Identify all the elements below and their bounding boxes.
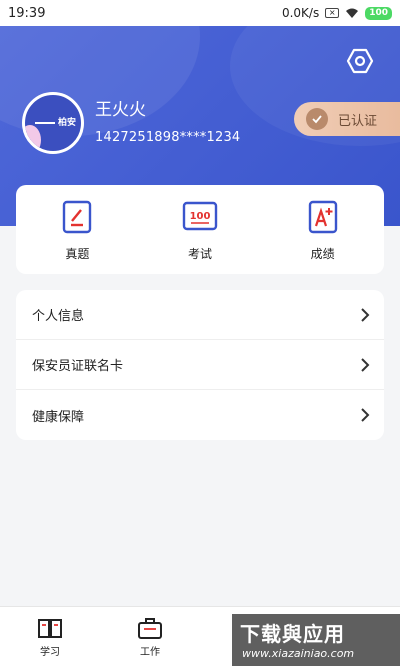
tab-study[interactable]: 学习: [0, 607, 100, 666]
quick-actions-card: 真题 100 考试 成绩: [16, 185, 384, 274]
exam-paper-icon: [63, 200, 92, 234]
tab-label: 学习: [40, 647, 60, 658]
sim-icon: ×: [325, 8, 340, 18]
verified-label: 已认证: [338, 113, 378, 129]
quick-action-exam[interactable]: 100 考试: [139, 185, 262, 274]
user-phone: 1427251898****1234: [95, 130, 241, 145]
menu-item-personal-info[interactable]: 个人信息: [16, 290, 384, 340]
watermark-title: 下载與应用: [240, 622, 345, 646]
quick-action-label: 考试: [188, 247, 213, 261]
watermark-logo: 下载與应用 www.xiazainiao.com: [232, 614, 400, 666]
grade-a-plus-icon: [308, 200, 337, 234]
score-100-icon: 100: [182, 201, 218, 231]
status-time: 19:39: [8, 5, 46, 21]
tab-label: 工作: [140, 647, 160, 658]
book-icon: [38, 619, 62, 638]
menu-item-label: 个人信息: [32, 309, 85, 324]
chevron-right-icon: [361, 307, 370, 322]
verified-badge[interactable]: 已认证: [294, 102, 400, 136]
chevron-right-icon: [361, 357, 370, 372]
avatar[interactable]: 柏安: [22, 92, 84, 154]
quick-action-label: 真题: [65, 247, 90, 261]
quick-action-label: 成绩: [310, 247, 335, 261]
status-bar: 19:39 0.0K/s × 100: [0, 0, 400, 26]
avatar-decoration: [25, 125, 41, 151]
quick-action-grades[interactable]: 成绩: [261, 185, 384, 274]
user-name: 王火火: [95, 100, 146, 120]
quick-action-questions[interactable]: 真题: [16, 185, 139, 274]
menu-item-label: 健康保障: [32, 409, 85, 425]
svg-text:100: 100: [190, 211, 211, 222]
status-indicators: 0.0K/s × 100: [282, 6, 392, 20]
tab-work[interactable]: 工作: [100, 607, 200, 666]
chevron-right-icon: [361, 408, 370, 422]
menu-item-health[interactable]: 健康保障: [16, 390, 384, 440]
battery-indicator: 100: [365, 6, 392, 20]
avatar-line: [35, 122, 55, 124]
settings-hex-icon[interactable]: [346, 47, 374, 75]
watermark-url: www.xiazainiao.com: [242, 647, 355, 660]
avatar-logo-text: 柏安: [58, 118, 77, 128]
menu-list: 个人信息 保安员证联名卡 健康保障: [16, 290, 384, 440]
menu-item-guard-card[interactable]: 保安员证联名卡: [16, 340, 384, 390]
wifi-icon: [346, 8, 359, 18]
briefcase-icon: [138, 618, 162, 639]
menu-item-label: 保安员证联名卡: [32, 359, 124, 374]
network-speed: 0.0K/s: [281, 6, 320, 20]
verified-check-icon: [306, 108, 328, 130]
